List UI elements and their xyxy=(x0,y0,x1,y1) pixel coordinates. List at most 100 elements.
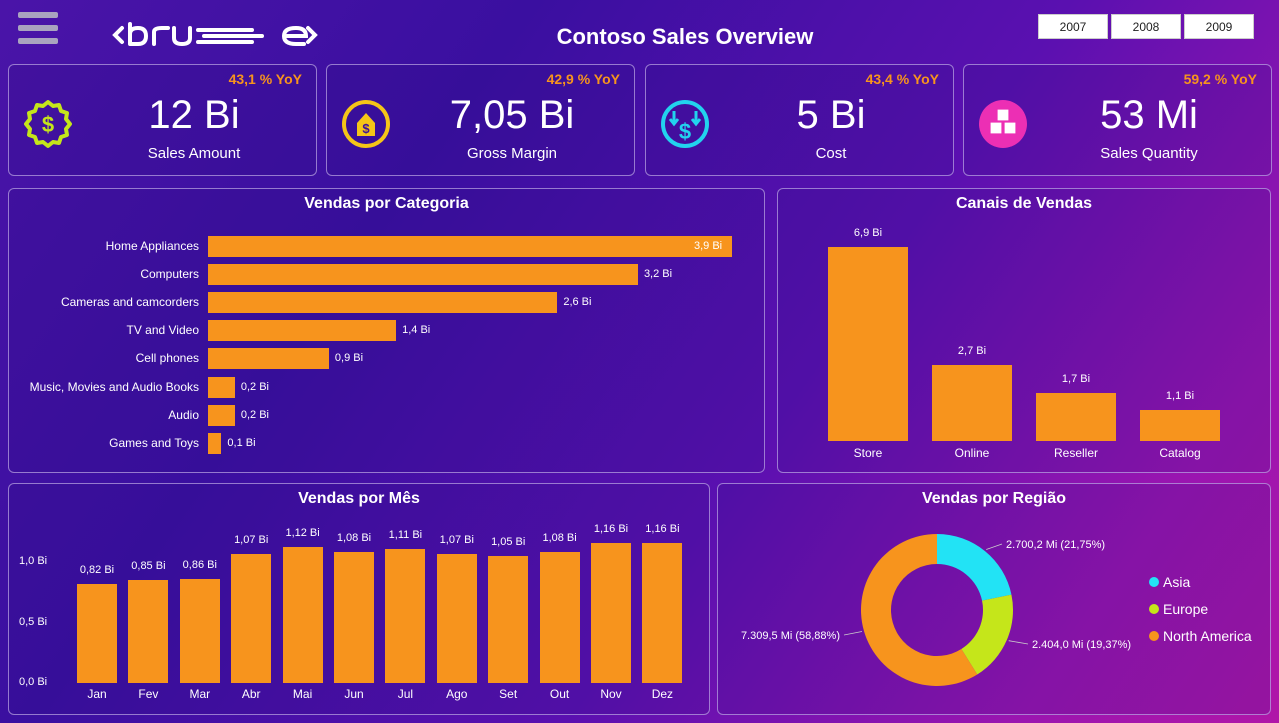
kpi-card-cost: 43,4 % YoY $ 5 Bi Cost xyxy=(645,64,954,176)
dollar-coin-icon: $ xyxy=(24,100,72,148)
leader-line xyxy=(843,631,863,636)
y-tick-label: 1,0 Bi xyxy=(19,555,48,567)
cubes-icon xyxy=(979,100,1027,148)
data-label: 2,7 Bi xyxy=(957,345,987,358)
month-bar xyxy=(539,552,580,683)
kpi-card-gross-margin: 42,9 % YoY $ 7,05 Bi Gross Margin xyxy=(326,64,635,176)
donut-slice-asia xyxy=(937,534,1012,601)
menu-icon[interactable] xyxy=(18,12,58,51)
legend-label: North America xyxy=(1163,628,1252,644)
kpi-yoy: 42,9 % YoY xyxy=(546,71,620,87)
svg-text:$: $ xyxy=(362,121,370,136)
x-tick-label: Mar xyxy=(189,687,211,701)
year-button-2008[interactable]: 2008 xyxy=(1111,14,1181,39)
canais-bar-chart: 6,9 Bi Store 2,7 Bi Online 1,7 Bi Reseller 1,1… xyxy=(778,189,1272,474)
kpi-yoy: 59,2 % YoY xyxy=(1183,71,1257,87)
channel-bar xyxy=(828,247,908,441)
legend-dot xyxy=(1149,631,1159,641)
kpi-value: 7,05 Bi xyxy=(449,93,575,137)
kpi-label: Cost xyxy=(815,145,847,162)
data-label: 0,2 Bi xyxy=(240,380,269,393)
month-bar xyxy=(436,553,477,683)
regiao-chart-panel: Vendas por Região 2.700,2 Mi (21,75%) 2.4… xyxy=(717,483,1271,715)
data-label: 1,05 Bi xyxy=(491,535,526,548)
data-label: 3,9 Bi xyxy=(694,240,723,252)
category-bar xyxy=(208,264,638,286)
month-bar xyxy=(282,547,323,683)
legend-dot xyxy=(1149,577,1159,587)
slice-data-label: 7.309,5 Mi (58,88%) xyxy=(741,630,840,642)
y-tick-label: 0,5 Bi xyxy=(19,615,48,628)
kpi-label: Sales Quantity xyxy=(1100,145,1198,162)
categoria-bar-chart: Home Appliances 3,9 Bi Computers 3,2 Bi Came… xyxy=(9,189,766,474)
cost-arrows-icon: $ xyxy=(661,100,709,148)
slice-data-label: 2.404,0 Mi (19,37%) xyxy=(1032,639,1131,651)
leader-line xyxy=(1008,640,1029,645)
category-label: Audio xyxy=(168,407,199,422)
category-bar xyxy=(208,432,222,454)
data-label: 3,2 Bi xyxy=(643,268,673,281)
x-tick-label: Mai xyxy=(292,687,313,701)
month-bar xyxy=(128,580,169,683)
category-label: Cameras and camcorders xyxy=(60,295,199,310)
bruce-logo xyxy=(112,22,318,47)
money-bag-icon: $ xyxy=(342,100,390,148)
data-label: 0,82 Bi xyxy=(79,563,115,576)
slice-data-label: 2.700,2 Mi (21,75%) xyxy=(1006,539,1105,551)
month-bar xyxy=(334,552,374,683)
data-label: 0,86 Bi xyxy=(182,558,217,571)
legend-item: Asia xyxy=(1149,574,1190,590)
month-bar xyxy=(591,542,631,683)
category-label: Home Appliances xyxy=(105,239,199,253)
x-tick-label: Fev xyxy=(138,687,159,701)
mes-chart-panel: Vendas por Mês 0,0 Bi 0,5 Bi 1,0 Bi 0,82 Bi… xyxy=(8,483,710,715)
data-label: 6,9 Bi xyxy=(853,227,883,239)
regiao-donut-chart: 2.700,2 Mi (21,75%) 2.404,0 Mi (19,37%) 7.… xyxy=(741,534,1131,686)
channel-bar xyxy=(1036,393,1116,441)
x-tick-label: Abr xyxy=(241,687,261,701)
month-bar xyxy=(179,578,220,683)
x-tick-label: Dez xyxy=(651,687,674,701)
kpi-card-sales-quantity: 59,2 % YoY 53 Mi Sales Quantity xyxy=(963,64,1272,176)
category-label: Computers xyxy=(140,267,199,282)
category-bar xyxy=(208,292,558,314)
data-label: 1,07 Bi xyxy=(234,533,269,546)
data-label: 1,4 Bi xyxy=(402,324,431,337)
x-tick-label: Catalog xyxy=(1159,446,1201,460)
data-label: 1,08 Bi xyxy=(542,532,577,545)
x-tick-label: Ago xyxy=(446,687,468,701)
category-bar xyxy=(208,404,235,426)
month-bar xyxy=(231,553,272,683)
kpi-value: 12 Bi xyxy=(148,93,240,137)
kpi-value: 53 Mi xyxy=(1100,93,1198,137)
channel-bar xyxy=(932,365,1012,441)
data-label: 0,85 Bi xyxy=(131,560,166,573)
x-tick-label: Out xyxy=(549,687,570,701)
kpi-yoy: 43,1 % YoY xyxy=(228,71,302,87)
data-label: 1,16 Bi xyxy=(645,522,680,535)
legend-item: Europe xyxy=(1149,601,1208,617)
legend-label: Europe xyxy=(1163,601,1209,617)
category-label: Music, Movies and Audio Books xyxy=(29,379,199,394)
category-bar xyxy=(208,320,397,342)
category-label: Games and Toys xyxy=(109,435,199,450)
data-label: 1,1 Bi xyxy=(1165,390,1195,403)
x-tick-label: Online xyxy=(954,446,990,460)
category-bar xyxy=(208,348,329,370)
y-tick-label: 0,0 Bi xyxy=(19,676,48,688)
leader-line xyxy=(986,543,1003,550)
x-tick-label: Jan xyxy=(87,687,107,701)
month-bar xyxy=(642,542,683,683)
data-label: 1,12 Bi xyxy=(285,527,320,540)
x-tick-label: Store xyxy=(853,446,883,460)
mes-bar-chart: 0,0 Bi 0,5 Bi 1,0 Bi 0,82 Bi Jan 0,85 Bi Fev 0,… xyxy=(9,484,711,716)
kpi-card-sales-amount: 43,1 % YoY $ 12 Bi Sales Amount xyxy=(8,64,317,176)
kpi-label: Sales Amount xyxy=(147,145,241,162)
data-label: 0,9 Bi xyxy=(334,352,364,365)
year-button-2009[interactable]: 2009 xyxy=(1184,14,1254,39)
category-bar xyxy=(208,376,235,398)
svg-text:$: $ xyxy=(42,112,54,137)
category-bar xyxy=(208,236,732,257)
year-button-2007[interactable]: 2007 xyxy=(1038,14,1108,39)
page-title: Contoso Sales Overview xyxy=(556,24,814,49)
